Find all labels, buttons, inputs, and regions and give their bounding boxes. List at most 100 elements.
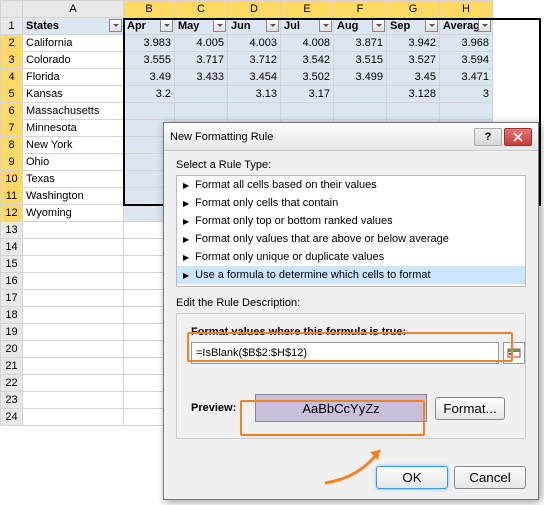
value-cell[interactable] [175,103,228,120]
rule-type-item[interactable]: ▶Format only values that are above or be… [177,230,525,248]
value-cell[interactable]: 3.433 [175,69,228,86]
column-header-cell[interactable]: Averag [440,18,493,35]
empty-cell[interactable] [23,341,124,358]
value-cell[interactable]: 3.13 [228,86,281,103]
row-header[interactable]: 23 [1,392,23,409]
ok-button[interactable]: OK [376,466,448,489]
value-cell[interactable] [387,103,440,120]
format-button[interactable]: Format... [435,397,505,420]
value-cell[interactable]: 4.008 [281,35,334,52]
rule-type-item[interactable]: ▶Format only cells that contain [177,194,525,212]
empty-cell[interactable] [23,358,124,375]
row-header[interactable]: 16 [1,273,23,290]
formula-input[interactable] [191,342,499,364]
empty-cell[interactable] [23,392,124,409]
col-header[interactable]: H [440,1,493,18]
row-header[interactable]: 12 [1,205,23,222]
value-cell[interactable]: 3.968 [440,35,493,52]
row-header[interactable]: 11 [1,188,23,205]
value-cell[interactable]: 3.555 [124,52,175,69]
value-cell[interactable] [228,103,281,120]
row-header[interactable]: 13 [1,222,23,239]
empty-cell[interactable] [23,222,124,239]
column-header-cell[interactable]: Apr [124,18,175,35]
state-cell[interactable]: Kansas [23,86,124,103]
value-cell[interactable]: 3.717 [175,52,228,69]
rule-type-item[interactable]: ▶Format all cells based on their values [177,176,525,194]
empty-cell[interactable] [23,239,124,256]
column-header-cell[interactable]: Sep [387,18,440,35]
row-header[interactable]: 3 [1,52,23,69]
value-cell[interactable]: 3 [440,86,493,103]
value-cell[interactable]: 4.005 [175,35,228,52]
value-cell[interactable]: 3.502 [281,69,334,86]
row-header[interactable]: 1 [1,18,23,35]
row-header[interactable]: 15 [1,256,23,273]
column-header-cell[interactable]: May [175,18,228,35]
close-button[interactable] [504,128,532,146]
value-cell[interactable] [175,86,228,103]
row-header[interactable]: 21 [1,358,23,375]
value-cell[interactable]: 3.2 [124,86,175,103]
col-header[interactable]: D [228,1,281,18]
row-header[interactable]: 2 [1,35,23,52]
column-header-cell[interactable]: Jul [281,18,334,35]
col-header[interactable]: F [334,1,387,18]
value-cell[interactable]: 3.454 [228,69,281,86]
empty-cell[interactable] [23,324,124,341]
value-cell[interactable]: 4.003 [228,35,281,52]
state-cell[interactable]: Washington [23,188,124,205]
select-all-corner[interactable] [1,1,23,18]
value-cell[interactable]: 3.515 [334,52,387,69]
state-cell[interactable]: California [23,35,124,52]
empty-cell[interactable] [23,256,124,273]
value-cell[interactable] [440,103,493,120]
state-cell[interactable]: Ohio [23,154,124,171]
empty-cell[interactable] [23,375,124,392]
row-header[interactable]: 5 [1,86,23,103]
rule-type-item[interactable]: ▶Format only top or bottom ranked values [177,212,525,230]
value-cell[interactable] [124,103,175,120]
cancel-button[interactable]: Cancel [454,466,526,489]
filter-dropdown-icon[interactable] [478,19,491,32]
row-header[interactable]: 19 [1,324,23,341]
range-selector-button[interactable] [503,342,525,364]
filter-dropdown-icon[interactable] [372,19,385,32]
row-header[interactable]: 7 [1,120,23,137]
column-header-cell[interactable]: Aug [334,18,387,35]
col-header[interactable]: G [387,1,440,18]
value-cell[interactable] [281,103,334,120]
filter-dropdown-icon[interactable] [213,19,226,32]
filter-dropdown-icon[interactable] [109,19,122,32]
state-cell[interactable]: Wyoming [23,205,124,222]
value-cell[interactable]: 3.594 [440,52,493,69]
value-cell[interactable]: 3.983 [124,35,175,52]
state-cell[interactable]: Florida [23,69,124,86]
filter-dropdown-icon[interactable] [160,19,173,32]
value-cell[interactable]: 3.712 [228,52,281,69]
value-cell[interactable]: 3.471 [440,69,493,86]
titlebar[interactable]: New Formatting Rule ? [164,123,538,151]
value-cell[interactable] [334,103,387,120]
value-cell[interactable]: 3.49 [124,69,175,86]
col-header[interactable]: B [124,1,175,18]
column-header-cell[interactable]: States [23,18,124,35]
state-cell[interactable]: Minnesota [23,120,124,137]
state-cell[interactable]: New York [23,137,124,154]
row-header[interactable]: 4 [1,69,23,86]
col-header[interactable]: A [23,1,124,18]
state-cell[interactable]: Massachusetts [23,103,124,120]
value-cell[interactable] [334,86,387,103]
value-cell[interactable]: 3.527 [387,52,440,69]
filter-dropdown-icon[interactable] [319,19,332,32]
rule-type-item[interactable]: ▶Format only unique or duplicate values [177,248,525,266]
column-header-cell[interactable]: Jun [228,18,281,35]
value-cell[interactable]: 3.499 [334,69,387,86]
empty-cell[interactable] [23,290,124,307]
value-cell[interactable]: 3.128 [387,86,440,103]
row-header[interactable]: 22 [1,375,23,392]
empty-cell[interactable] [23,273,124,290]
row-header[interactable]: 10 [1,171,23,188]
row-header[interactable]: 24 [1,409,23,426]
empty-cell[interactable] [23,409,124,426]
